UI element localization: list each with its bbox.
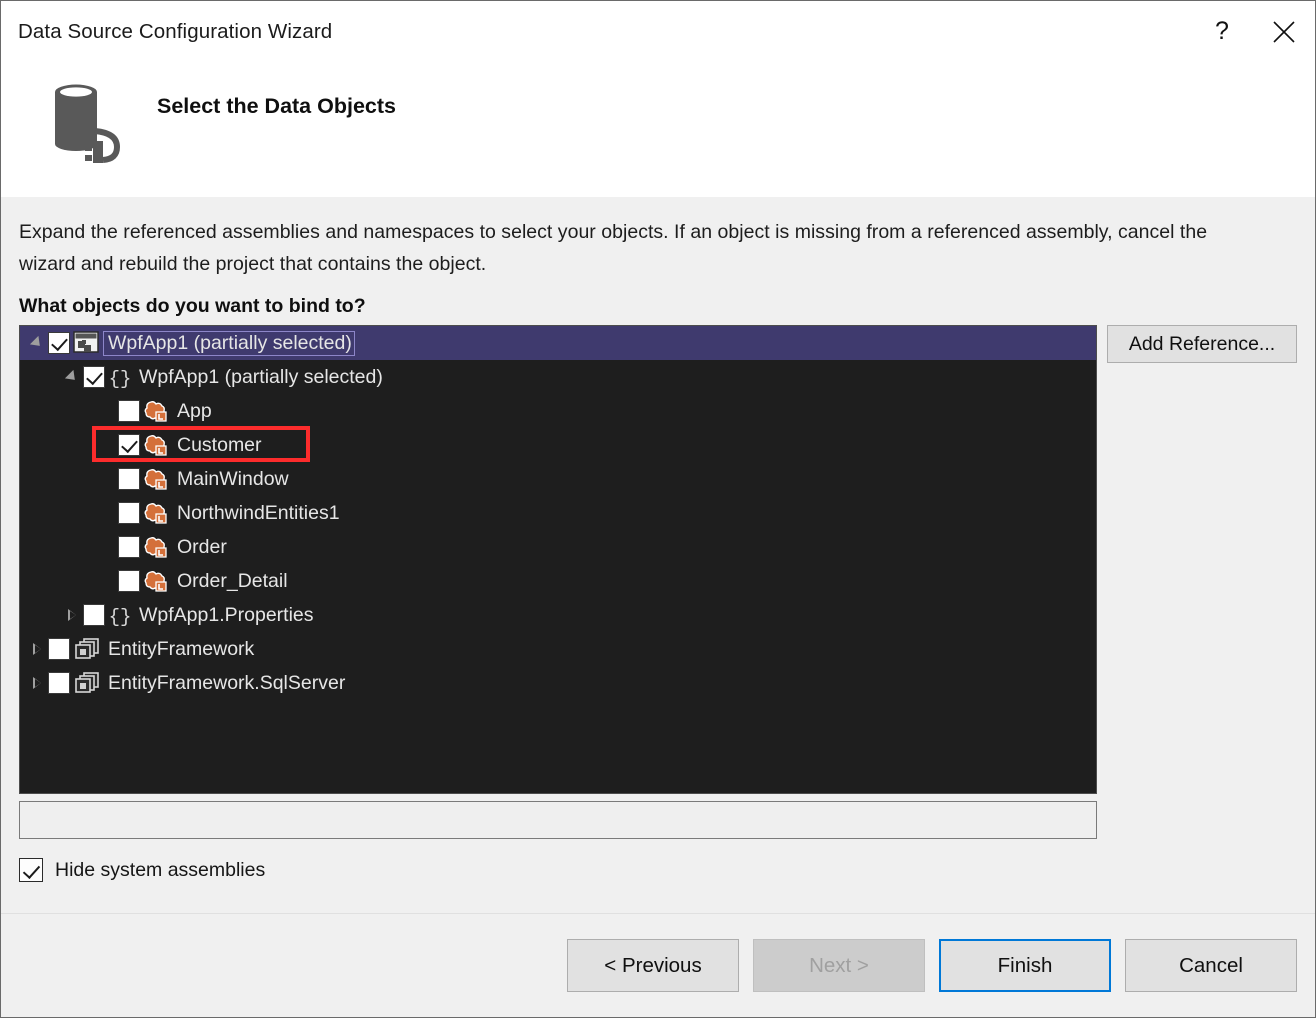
tree-item[interactable]: Order	[20, 530, 1096, 564]
expander-placeholder	[96, 496, 118, 530]
tree-item[interactable]: MainWindow	[20, 462, 1096, 496]
expander-open-icon[interactable]	[26, 326, 48, 360]
expander-placeholder	[96, 564, 118, 598]
expander-placeholder	[96, 530, 118, 564]
tree-item-label-wrap: Order	[175, 536, 227, 559]
tree-item-label-wrap: EntityFramework	[106, 638, 254, 661]
finish-button[interactable]: Finish	[939, 939, 1111, 992]
assembly-icon	[73, 671, 101, 695]
expander-placeholder	[96, 462, 118, 496]
tree-item-checkbox[interactable]	[118, 570, 140, 592]
cancel-button[interactable]: Cancel	[1125, 939, 1297, 992]
window-title: Data Source Configuration Wizard	[1, 20, 332, 44]
close-button[interactable]	[1253, 1, 1315, 62]
database-connection-icon	[33, 70, 129, 166]
question-mark-icon: ?	[1215, 19, 1229, 44]
tree-item-label-wrap: Customer	[175, 434, 262, 457]
objects-tree-view[interactable]: WpfApp1 (partially selected) {} WpfApp1 (p…	[19, 325, 1097, 794]
triangle-down-icon	[30, 336, 44, 350]
svg-text:{}: {}	[109, 606, 132, 627]
data-source-configuration-wizard-dialog: Data Source Configuration Wizard ?	[0, 0, 1316, 1018]
tree-item[interactable]: EntityFramework.SqlServer	[20, 666, 1096, 700]
triangle-right-icon	[33, 643, 41, 655]
tree-item-checkbox[interactable]	[48, 332, 70, 354]
tree-item-label-wrap: WpfApp1 (partially selected)	[137, 366, 383, 389]
previous-button[interactable]: < Previous	[567, 939, 739, 992]
tree-item-label-wrap: NorthwindEntities1	[175, 502, 340, 525]
namespace-braces-icon: {}	[108, 603, 132, 627]
tree-item-label: WpfApp1.Properties	[139, 604, 314, 626]
tree-item-label: MainWindow	[177, 468, 289, 490]
tree-item-label-wrap: EntityFramework.SqlServer	[106, 672, 345, 695]
tree-item[interactable]: Order_Detail	[20, 564, 1096, 598]
triangle-down-icon	[65, 370, 79, 384]
tree-item-label: EntityFramework	[108, 638, 254, 660]
tree-item-label: Customer	[177, 434, 262, 456]
tree-item-checkbox[interactable]	[118, 536, 140, 558]
hide-system-assemblies-checkbox[interactable]: Hide system assemblies	[19, 858, 1297, 882]
expander-placeholder	[96, 428, 118, 462]
class-icon	[143, 467, 170, 491]
tree-item[interactable]: WpfApp1 (partially selected)	[20, 326, 1096, 360]
tree-item-checkbox[interactable]	[118, 434, 140, 456]
help-button[interactable]: ?	[1191, 1, 1253, 62]
tree-item-label: Order	[177, 536, 227, 558]
tree-item-label-wrap: WpfApp1.Properties	[137, 604, 314, 627]
tree-item[interactable]: {} WpfApp1.Properties	[20, 598, 1096, 632]
tree-item-label-wrap: WpfApp1 (partially selected)	[104, 332, 354, 355]
tree-item-checkbox[interactable]	[118, 502, 140, 524]
dialog-footer: < Previous Next > Finish Cancel	[1, 914, 1315, 1017]
tree-item[interactable]: {} WpfApp1 (partially selected)	[20, 360, 1096, 394]
triangle-right-icon	[68, 609, 76, 621]
page-header: Select the Data Objects	[1, 62, 1315, 197]
tree-item[interactable]: EntityFramework	[20, 632, 1096, 666]
namespace-braces-icon: {}	[108, 365, 132, 389]
tree-item[interactable]: App	[20, 394, 1096, 428]
project-icon	[73, 331, 99, 355]
checkbox-check-icon	[19, 858, 43, 882]
bind-question-label: What objects do you want to bind to?	[19, 295, 1297, 318]
tree-item-checkbox[interactable]	[83, 604, 105, 626]
instructions-paragraph: Expand the referenced assemblies and nam…	[19, 197, 1265, 280]
hide-system-assemblies-label: Hide system assemblies	[55, 859, 265, 882]
expander-open-icon[interactable]	[61, 360, 83, 394]
tree-and-actions-row: WpfApp1 (partially selected) {} WpfApp1 (p…	[19, 325, 1297, 794]
tree-item-checkbox[interactable]	[118, 468, 140, 490]
page-title: Select the Data Objects	[157, 94, 396, 119]
expander-closed-icon[interactable]	[26, 666, 48, 700]
class-icon	[143, 433, 170, 457]
tree-item-label: WpfApp1 (partially selected)	[139, 366, 383, 388]
triangle-right-icon	[33, 677, 41, 689]
tree-item-checkbox[interactable]	[48, 672, 70, 694]
title-bar: Data Source Configuration Wizard ?	[1, 1, 1315, 62]
expander-closed-icon[interactable]	[61, 598, 83, 632]
expander-placeholder	[96, 394, 118, 428]
tree-item-label-wrap: MainWindow	[175, 468, 289, 491]
tree-item-checkbox[interactable]	[118, 400, 140, 422]
class-icon	[143, 535, 170, 559]
svg-text:{}: {}	[109, 368, 132, 389]
tree-item-label: App	[177, 400, 212, 422]
tree-item-label-wrap: Order_Detail	[175, 570, 288, 593]
class-icon	[143, 569, 170, 593]
tree-item-label: NorthwindEntities1	[177, 502, 340, 524]
add-reference-button[interactable]: Add Reference...	[1107, 325, 1297, 363]
tree-item-label: WpfApp1 (partially selected)	[108, 332, 352, 354]
tree-item-label: EntityFramework.SqlServer	[108, 672, 345, 694]
tree-item-checkbox[interactable]	[48, 638, 70, 660]
close-icon	[1272, 20, 1296, 44]
tree-item-checkbox[interactable]	[83, 366, 105, 388]
class-icon	[143, 399, 170, 423]
selection-status-textbox[interactable]	[19, 801, 1097, 839]
tree-item-label: Order_Detail	[177, 570, 288, 592]
expander-closed-icon[interactable]	[26, 632, 48, 666]
tree-item[interactable]: NorthwindEntities1	[20, 496, 1096, 530]
tree-item[interactable]: Customer	[20, 428, 1096, 462]
assembly-icon	[73, 637, 101, 661]
class-icon	[143, 501, 170, 525]
tree-item-label-wrap: App	[175, 400, 212, 423]
dialog-body: Expand the referenced assemblies and nam…	[1, 197, 1315, 913]
next-button: Next >	[753, 939, 925, 992]
